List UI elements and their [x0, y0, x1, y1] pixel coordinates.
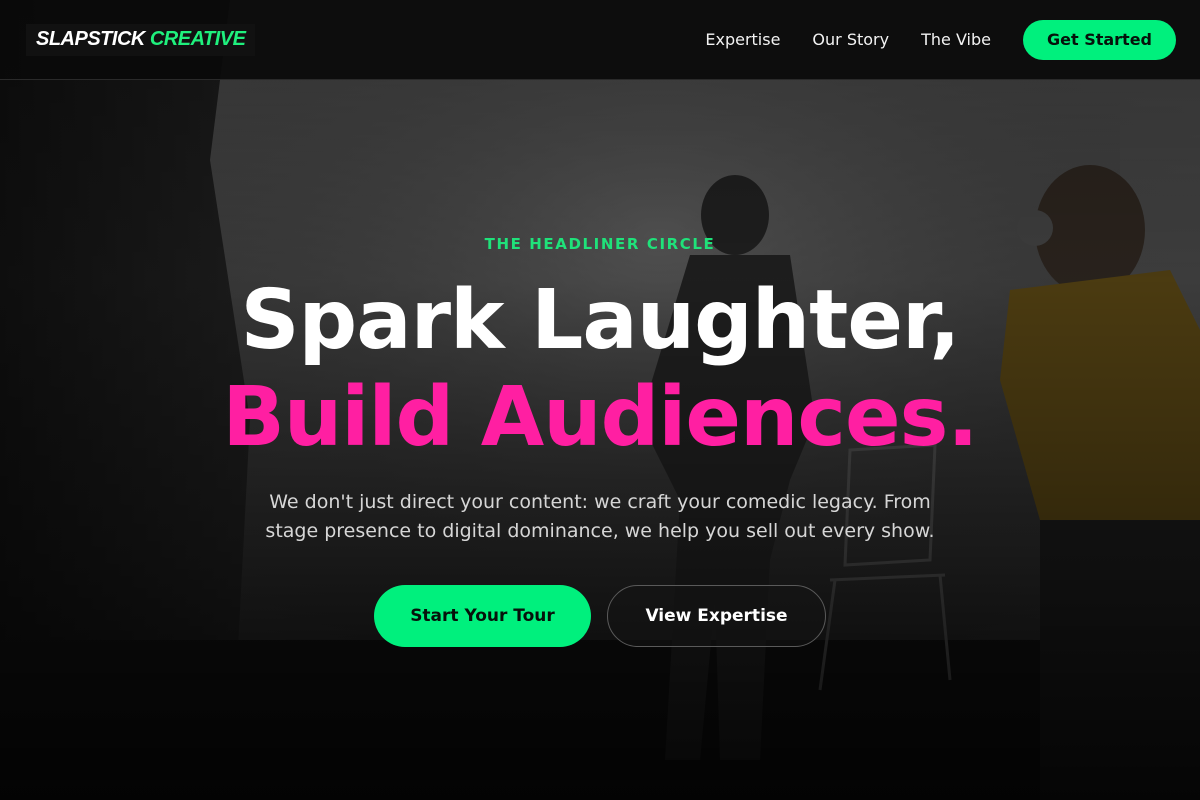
nav-link-the-vibe[interactable]: The Vibe — [921, 30, 991, 49]
hero-eyebrow: THE HEADLINER CIRCLE — [484, 235, 716, 253]
hero-description: We don't just direct your content: we cr… — [265, 491, 935, 542]
start-your-tour-button[interactable]: Start Your Tour — [374, 585, 591, 647]
logo-word-1: SLAPSTICK — [36, 28, 145, 50]
logo-word-2: CREATIVE — [149, 28, 246, 50]
main-nav: Expertise Our Story The Vibe Get Started — [705, 19, 1176, 60]
view-expertise-button[interactable]: View Expertise — [607, 585, 826, 647]
nav-link-expertise[interactable]: Expertise — [705, 30, 780, 49]
site-header: SLAPSTICK CREATIVE Expertise Our Story T… — [0, 0, 1200, 80]
nav-link-our-story[interactable]: Our Story — [812, 30, 889, 49]
landing-page: SLAPSTICK CREATIVE Expertise Our Story T… — [0, 0, 1200, 800]
hero-headline-line-1: Spark Laughter, — [240, 273, 961, 368]
get-started-button[interactable]: Get Started — [1022, 19, 1176, 60]
hero-section: THE HEADLINER CIRCLE Spark Laughter, Bui… — [0, 80, 1200, 800]
hero-button-row: Start Your Tour View Expertise — [0, 585, 1200, 647]
hero-headline-line-2: Build Audiences. — [222, 370, 978, 465]
brand-logo[interactable]: SLAPSTICK CREATIVE — [26, 23, 256, 56]
